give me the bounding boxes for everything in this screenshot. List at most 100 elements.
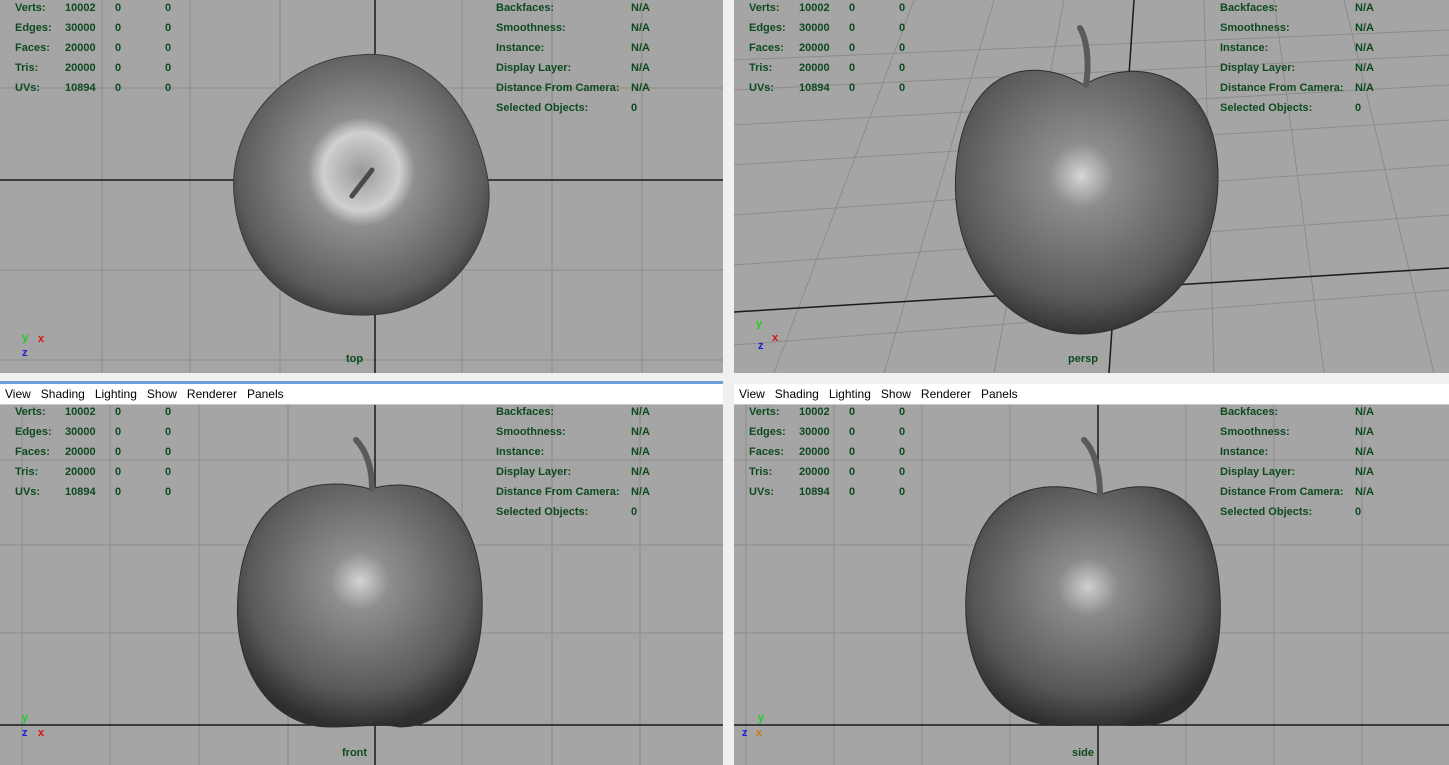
stat-value: 0 (849, 466, 856, 478)
stat-value: 30000 (65, 22, 96, 34)
menu-lighting[interactable]: Lighting (824, 387, 876, 401)
info-label: Selected Objects: (1220, 102, 1313, 114)
stat-value: 20000 (65, 466, 96, 478)
info-value: N/A (1355, 466, 1374, 478)
stat-value: 10002 (65, 406, 96, 418)
axis-z-label: z (22, 727, 28, 739)
stat-label: Verts: (15, 2, 46, 14)
info-label: Instance: (496, 446, 545, 458)
info-label: Smoothness: (1220, 426, 1290, 438)
info-value: N/A (631, 406, 650, 418)
apple-front-mesh (236, 483, 483, 728)
menu-show[interactable]: Show (142, 387, 182, 401)
hud-row: Distance From Camera: N/A (496, 78, 696, 98)
stat-label: UVs: (15, 486, 41, 498)
stat-value: 10894 (799, 82, 830, 94)
hud-row: UVs: 10894 0 0 (749, 78, 949, 98)
stat-value: 0 (849, 2, 856, 14)
hud-poly-stats: Verts: 10002 0 0 Edges: 30000 0 0 Faces: 20000 0… (749, 402, 949, 502)
hud-row: Instance: N/A (1220, 442, 1420, 462)
menu-panels[interactable]: Panels (242, 387, 289, 401)
stat-label: Faces: (749, 42, 784, 54)
stat-value: 0 (165, 22, 172, 34)
hud-row: Verts: 10002 0 0 (15, 0, 215, 18)
hud-object-info: Backfaces: N/A Smoothness: N/A Instance: N/… (496, 402, 696, 522)
hud-row: Edges: 30000 0 0 (749, 422, 949, 442)
hud-row: Selected Objects: 0 (1220, 502, 1420, 522)
stat-label: Tris: (749, 466, 773, 478)
info-value: 0 (631, 506, 638, 518)
axis-x-label: x (38, 333, 45, 345)
menu-lighting[interactable]: Lighting (90, 387, 142, 401)
axis-y-label: y (22, 712, 29, 724)
menu-view[interactable]: View (0, 387, 36, 401)
hud-poly-stats: Verts: 10002 0 0 Edges: 30000 0 0 Faces: 20000 0… (15, 0, 215, 98)
hud-row: Verts: 10002 0 0 (15, 402, 215, 422)
stat-label: UVs: (749, 82, 775, 94)
hud-row: UVs: 10894 0 0 (749, 482, 949, 502)
hud-row: Tris: 20000 0 0 (749, 58, 949, 78)
info-label: Selected Objects: (496, 506, 589, 518)
stat-value: 0 (849, 82, 856, 94)
stat-value: 0 (849, 62, 856, 74)
info-label: Instance: (1220, 42, 1269, 54)
hud-row: Backfaces: N/A (496, 402, 696, 422)
info-value: N/A (631, 426, 650, 438)
stat-label: UVs: (749, 486, 775, 498)
info-label: Distance From Camera: (1220, 82, 1344, 94)
stat-label: Faces: (749, 446, 784, 458)
hud-row: Distance From Camera: N/A (1220, 78, 1420, 98)
info-value: N/A (1355, 406, 1374, 418)
stat-label: Edges: (15, 22, 52, 34)
stat-value: 20000 (799, 466, 830, 478)
hud-object-info: Backfaces: N/A Smoothness: N/A Instance: N/… (496, 0, 696, 118)
axis-z-label: z (758, 340, 764, 352)
info-value: N/A (1355, 82, 1374, 94)
info-value: N/A (631, 466, 650, 478)
info-value: N/A (631, 446, 650, 458)
info-label: Selected Objects: (1220, 506, 1313, 518)
stat-value: 0 (115, 22, 122, 34)
hud-row: Faces: 20000 0 0 (749, 38, 949, 58)
stat-value: 0 (115, 406, 122, 418)
menu-panels[interactable]: Panels (976, 387, 1023, 401)
active-panel-highlight (0, 381, 723, 384)
stat-value: 0 (899, 82, 906, 94)
stat-value: 0 (165, 406, 172, 418)
hud-row: Backfaces: N/A (1220, 0, 1420, 18)
axis-z-label: z (22, 347, 28, 359)
hud-row: Faces: 20000 0 0 (15, 38, 215, 58)
hud-row: Edges: 30000 0 0 (15, 18, 215, 38)
stat-label: Edges: (749, 426, 786, 438)
stat-value: 0 (115, 82, 122, 94)
info-label: Smoothness: (1220, 22, 1290, 34)
stat-value: 20000 (65, 446, 96, 458)
menu-view[interactable]: View (734, 387, 770, 401)
hud-row: Edges: 30000 0 0 (15, 422, 215, 442)
hud-row: Instance: N/A (1220, 38, 1420, 58)
info-label: Instance: (496, 42, 545, 54)
stat-value: 20000 (799, 62, 830, 74)
menu-renderer[interactable]: Renderer (916, 387, 976, 401)
hud-object-info: Backfaces: N/A Smoothness: N/A Instance: N/… (1220, 0, 1420, 118)
menu-shading[interactable]: Shading (36, 387, 90, 401)
stat-value: 0 (899, 486, 906, 498)
stat-value: 0 (849, 446, 856, 458)
info-label: Distance From Camera: (496, 486, 620, 498)
menu-show[interactable]: Show (876, 387, 916, 401)
hud-object-info: Backfaces: N/A Smoothness: N/A Instance: N/… (1220, 402, 1420, 522)
stat-value: 20000 (799, 446, 830, 458)
stat-value: 0 (115, 466, 122, 478)
hud-row: Smoothness: N/A (496, 422, 696, 442)
stat-value: 0 (165, 486, 172, 498)
menu-shading[interactable]: Shading (770, 387, 824, 401)
menu-renderer[interactable]: Renderer (182, 387, 242, 401)
hud-row: Smoothness: N/A (1220, 422, 1420, 442)
stat-value: 0 (115, 486, 122, 498)
stat-value: 0 (115, 42, 122, 54)
stat-value: 0 (899, 2, 906, 14)
hud-row: Distance From Camera: N/A (496, 482, 696, 502)
hud-poly-stats: Verts: 10002 0 0 Edges: 30000 0 0 Faces: 20000 0… (15, 402, 215, 502)
stat-value: 0 (115, 426, 122, 438)
axis-x-label: x (756, 727, 763, 739)
